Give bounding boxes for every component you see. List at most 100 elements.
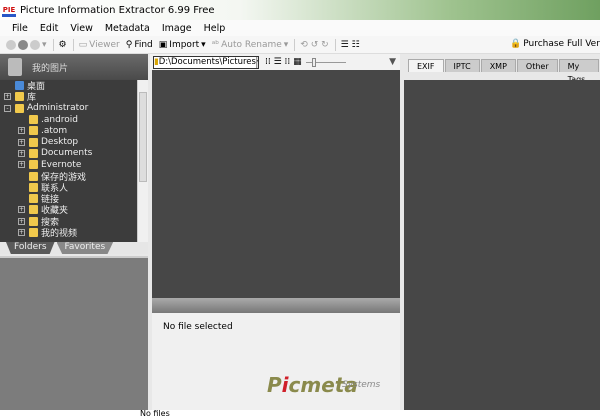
tab-favorites[interactable]: Favorites bbox=[56, 242, 114, 254]
menu-view[interactable]: View bbox=[70, 23, 93, 34]
auto-rename-button[interactable]: ᵃᵇ Auto Rename ▾ bbox=[212, 40, 289, 50]
folder-icon bbox=[29, 171, 38, 181]
folder-icon bbox=[29, 205, 38, 215]
tree-node[interactable]: .android bbox=[0, 114, 148, 125]
tree-node[interactable]: + .atom bbox=[0, 125, 148, 136]
tab-my-tags[interactable]: My Tags bbox=[558, 59, 599, 84]
tree-node[interactable]: + Desktop bbox=[0, 136, 148, 147]
expand-toggle[interactable]: + bbox=[18, 161, 25, 169]
tree-node[interactable]: + 收藏夹 bbox=[0, 204, 148, 216]
picmeta-systems: Systems bbox=[342, 380, 381, 390]
folder-icon bbox=[15, 103, 24, 113]
expand-toggle[interactable]: + bbox=[18, 138, 25, 146]
folder-tree: 桌面 + 库 - Administrator .android + .atom + Desktop… bbox=[0, 80, 148, 242]
menu-metadata[interactable]: Metadata bbox=[105, 23, 150, 34]
expand-toggle[interactable] bbox=[18, 173, 25, 180]
search-icon: ⚲ bbox=[125, 39, 133, 50]
import-icon: ▣ bbox=[158, 39, 168, 50]
expand-toggle[interactable]: + bbox=[18, 127, 25, 135]
folder-icon bbox=[29, 194, 38, 204]
tab-exif[interactable]: EXIF bbox=[408, 59, 444, 72]
thumbnail-area[interactable] bbox=[152, 70, 400, 298]
status-bar: No files bbox=[0, 410, 600, 418]
folder-icon bbox=[15, 92, 24, 102]
purchase-button[interactable]: 🔒Purchase Full Version bbox=[510, 39, 600, 49]
tree-node[interactable]: + 我的视频 bbox=[0, 227, 148, 240]
expand-toggle[interactable]: + bbox=[18, 229, 25, 236]
menu-file[interactable]: File bbox=[12, 23, 28, 34]
dropdown-icon[interactable]: ▾ bbox=[42, 40, 47, 50]
lock-icon: 🔒 bbox=[510, 39, 522, 49]
import-button[interactable]: ▣ Import ▾ bbox=[159, 40, 206, 50]
title-bar: PIE Picture Information Extractor 6.99 F… bbox=[0, 0, 600, 20]
viewer-icon: ▭ bbox=[78, 39, 88, 50]
tree-node-label: 库 bbox=[27, 93, 37, 104]
tree-node[interactable]: 联系人 bbox=[0, 182, 148, 194]
expand-toggle[interactable] bbox=[18, 116, 25, 123]
tab-iptc[interactable]: IPTC bbox=[444, 59, 480, 72]
rotate-icon[interactable]: ⟲ ↺ ↻ bbox=[300, 40, 328, 50]
tree-node-label: .android bbox=[41, 114, 79, 125]
expand-toggle[interactable]: - bbox=[4, 104, 11, 112]
tree-scrollbar[interactable] bbox=[137, 80, 148, 242]
tree-node[interactable]: 桌面 bbox=[0, 80, 148, 92]
window-title: Picture Information Extractor 6.99 Free bbox=[20, 4, 215, 16]
filter-icon[interactable]: ▼ bbox=[389, 57, 396, 67]
tree-node[interactable]: + 库 bbox=[0, 91, 148, 104]
menu-image[interactable]: Image bbox=[162, 23, 192, 34]
scroll-thumb[interactable] bbox=[139, 92, 147, 182]
expand-toggle[interactable]: + bbox=[4, 93, 11, 101]
pictures-icon bbox=[8, 58, 22, 76]
viewer-button[interactable]: ▭ Viewer bbox=[79, 40, 120, 50]
tree-node-label: Documents bbox=[41, 148, 93, 159]
menu-help[interactable]: Help bbox=[204, 23, 226, 34]
expand-toggle[interactable] bbox=[4, 82, 11, 89]
folder-header: 我的图片 bbox=[0, 54, 148, 80]
folder-icon bbox=[29, 126, 38, 136]
app-logo: PIE bbox=[2, 3, 16, 17]
tree-node[interactable]: 保存的游戏 bbox=[0, 170, 148, 183]
splitter[interactable] bbox=[152, 298, 400, 313]
expand-toggle[interactable]: + bbox=[18, 217, 25, 225]
expand-toggle[interactable]: + bbox=[18, 149, 25, 157]
chevron-down-icon[interactable]: ▼ bbox=[255, 56, 258, 68]
folder-icon bbox=[29, 216, 38, 226]
file-info-panel: No file selected Picmeta Systems bbox=[152, 313, 400, 410]
expand-toggle[interactable] bbox=[18, 195, 25, 202]
folder-icon bbox=[29, 137, 38, 147]
tree-node-label: .atom bbox=[41, 125, 68, 136]
tree-node-label: Desktop bbox=[41, 137, 79, 148]
no-file-label: No file selected bbox=[163, 322, 233, 332]
folder-icon bbox=[15, 81, 24, 91]
settings-icon[interactable]: ⚙ bbox=[59, 40, 67, 50]
tree-node-label: Administrator bbox=[27, 103, 89, 114]
toolbar: ▾ ⚙ ▭ Viewer ⚲ Find ▣ Import ▾ ᵃᵇ Auto Rename… bbox=[0, 36, 600, 54]
path-dropdown[interactable]: ▮D:\Documents\Pictures▼ bbox=[153, 55, 259, 69]
tree-node-label: 我的视频 bbox=[41, 229, 78, 240]
forward-icon[interactable] bbox=[30, 39, 40, 50]
menu-edit[interactable]: Edit bbox=[40, 23, 58, 34]
back-icon[interactable] bbox=[6, 39, 16, 50]
tab-folders[interactable]: Folders bbox=[6, 242, 55, 254]
expand-toggle[interactable] bbox=[18, 184, 25, 191]
left-lower-panel bbox=[0, 256, 148, 410]
rename-icon: ᵃᵇ bbox=[211, 39, 220, 50]
tab-other[interactable]: Other bbox=[516, 59, 558, 72]
view-mode-icons[interactable]: ⁞⁞ ☰ ⁞⁞ ▦ bbox=[265, 57, 302, 67]
tree-node[interactable]: + Documents bbox=[0, 148, 148, 159]
metadata-panel bbox=[404, 80, 600, 410]
tree-node-label: Evernote bbox=[41, 159, 82, 170]
find-button[interactable]: ⚲ Find bbox=[126, 40, 153, 50]
expand-toggle[interactable]: + bbox=[18, 206, 25, 214]
zoom-slider[interactable] bbox=[305, 57, 346, 67]
tree-node[interactable]: 链接 bbox=[0, 193, 148, 205]
up-icon[interactable] bbox=[18, 39, 28, 50]
layout-icon[interactable]: ☰ ☷ bbox=[341, 40, 360, 50]
path-bar: ▮D:\Documents\Pictures▼ ⁞⁞ ☰ ⁞⁞ ▦ ▼ bbox=[150, 54, 400, 70]
folder-icon bbox=[29, 228, 38, 237]
left-tabs: Folders Favorites bbox=[0, 242, 148, 254]
folder-icon bbox=[29, 148, 38, 158]
folder-icon bbox=[29, 182, 38, 192]
tree-node[interactable]: - Administrator bbox=[0, 103, 148, 114]
tab-xmp[interactable]: XMP bbox=[480, 59, 516, 72]
